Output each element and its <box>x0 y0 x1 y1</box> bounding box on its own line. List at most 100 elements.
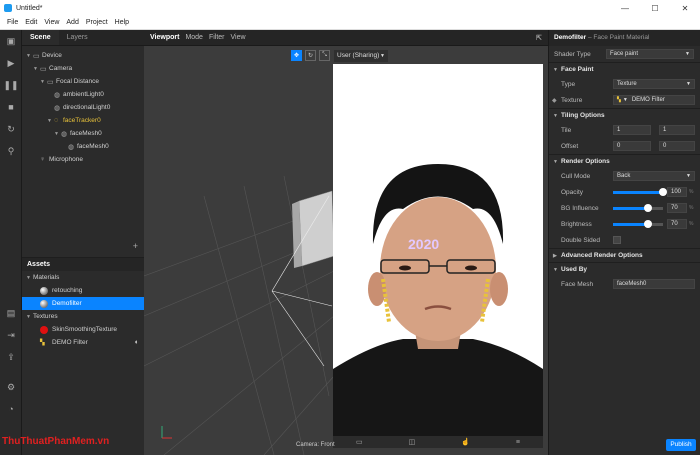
expand-preview-icon[interactable]: ⇱ <box>536 34 542 42</box>
video-icon[interactable]: ▶ <box>0 52 22 74</box>
face-tracker-icon: ◌ <box>54 117 59 124</box>
move-tool-icon[interactable]: ✥ <box>291 50 302 61</box>
cull-mode-select[interactable]: Back ▼ <box>613 171 695 181</box>
asset-label: SkinSmoothingTexture <box>52 326 118 333</box>
expand-icon[interactable]: ▼ <box>26 275 33 281</box>
properties-panel: Demofilter – Face Paint Material Shader … <box>548 30 700 455</box>
asset-texture-demo-filter[interactable]: ▚ DEMO Filter ◐ <box>22 336 144 349</box>
opacity-input[interactable]: 100 <box>667 187 687 197</box>
asset-material-retouching[interactable]: retouching <box>22 284 144 297</box>
device-model <box>292 190 335 268</box>
tree-item-focal-distance[interactable]: ▼ ▭ Focal Distance <box>22 75 144 88</box>
expand-icon[interactable]: ▼ <box>26 314 33 320</box>
minimize-button[interactable]: — <box>610 0 640 16</box>
tab-view[interactable]: View <box>231 34 246 41</box>
export-icon[interactable]: ⇪ <box>0 346 22 368</box>
tile-x-input[interactable]: 1 <box>613 125 651 135</box>
scale-tool-icon[interactable]: ⤡ <box>319 50 330 61</box>
assets-section-materials[interactable]: ▼ Materials <box>22 271 144 284</box>
bg-influence-input[interactable]: 70 <box>667 203 687 213</box>
search-icon[interactable]: ⚲ <box>0 140 22 162</box>
assets-title: Assets <box>22 258 144 271</box>
assets-section-textures[interactable]: ▼ Textures <box>22 310 144 323</box>
pause-icon[interactable]: ❚❚ <box>0 74 22 96</box>
menu-add[interactable]: Add <box>66 19 78 26</box>
tab-viewport[interactable]: Viewport <box>150 34 179 41</box>
brightness-input[interactable]: 70 <box>667 219 687 229</box>
preview-toolbar: ▭ ◫ ☝ ≡ <box>333 436 543 448</box>
chevron-down-icon: ▼ <box>622 96 628 103</box>
expand-icon[interactable]: ▼ <box>47 118 54 124</box>
tree-item-device[interactable]: ▼ ▭ Device <box>22 49 144 62</box>
tab-mode[interactable]: Mode <box>185 34 203 41</box>
tree-item-camera[interactable]: ▼ ▭ Camera <box>22 62 144 75</box>
video-record-icon[interactable]: ▭ <box>356 438 363 446</box>
tree-item-face-mesh[interactable]: ▼ ◍ faceMesh0 <box>22 127 144 140</box>
layout-icon[interactable]: ▣ <box>0 30 22 52</box>
slider-knob[interactable] <box>659 187 667 196</box>
slider-knob[interactable] <box>644 203 652 212</box>
percent-unit: % <box>689 221 694 227</box>
tree-item-directional-light[interactable]: ◍ directionalLight0 <box>22 101 144 114</box>
brightness-slider[interactable] <box>613 219 663 228</box>
device-select[interactable]: User (Sharing) ▼ <box>334 50 388 62</box>
refresh-icon[interactable]: ↻ <box>0 118 22 140</box>
expand-icon[interactable]: ▼ <box>26 53 33 59</box>
menu-project[interactable]: Project <box>86 19 108 26</box>
section-advanced-render-options[interactable]: ▶ Advanced Render Options <box>549 248 700 262</box>
section-tiling-options[interactable]: ▼ Tiling Options <box>549 108 700 122</box>
tab-filter[interactable]: Filter <box>209 34 225 41</box>
tree-item-microphone[interactable]: ♀ Microphone <box>22 153 144 166</box>
tile-y-input[interactable]: 1 <box>659 125 695 135</box>
link-icon[interactable]: ◆ <box>552 97 557 104</box>
type-select[interactable]: Texture ▼ <box>613 79 695 89</box>
properties-title: Demofilter <box>554 34 587 41</box>
import-icon[interactable]: ⇥ <box>0 324 22 346</box>
cull-mode-row: Cull Mode Back ▼ <box>549 168 700 184</box>
menu-edit[interactable]: Edit <box>25 19 37 26</box>
chevron-down-icon: ▼ <box>553 66 558 73</box>
tree-item-ambient-light[interactable]: ◍ ambientLight0 <box>22 88 144 101</box>
expand-icon[interactable]: ▼ <box>33 66 40 72</box>
add-object-button[interactable]: + <box>133 241 138 251</box>
face-mesh-value[interactable]: faceMesh0 <box>613 279 695 289</box>
settings-icon[interactable]: ⚙ <box>0 376 22 398</box>
notification-icon[interactable]: ◔ <box>0 398 22 420</box>
camera-preview: 2020 <box>333 64 543 436</box>
loading-icon: ◐ <box>134 339 139 346</box>
expand-icon[interactable]: ▼ <box>40 79 47 85</box>
shader-type-select[interactable]: Face paint ▼ <box>606 49 694 59</box>
rotate-tool-icon[interactable]: ↻ <box>305 50 316 61</box>
expand-icon[interactable]: ▼ <box>54 131 61 137</box>
tree-item-face-mesh-child[interactable]: ◍ faceMesh0 <box>22 140 144 153</box>
offset-x-input[interactable]: 0 <box>613 141 651 151</box>
opacity-slider[interactable] <box>613 187 667 196</box>
asset-texture-skin-smoothing[interactable]: SkinSmoothingTexture <box>22 323 144 336</box>
close-button[interactable]: ✕ <box>670 0 700 16</box>
tree-item-face-tracker[interactable]: ▼ ◌ faceTracker0 <box>22 114 144 127</box>
shader-type-row: Shader Type Face paint ▼ <box>549 46 700 62</box>
texture-row: ◆ Texture ▚ ▼ DEMO Filter <box>549 92 700 108</box>
tab-scene[interactable]: Scene <box>22 30 59 45</box>
touch-icon[interactable]: ☝ <box>461 438 470 446</box>
menu-help[interactable]: Help <box>115 19 129 26</box>
stop-icon[interactable]: ■ <box>0 96 22 118</box>
texture-select[interactable]: ▚ ▼ DEMO Filter <box>613 95 695 105</box>
section-render-options[interactable]: ▼ Render Options <box>549 154 700 168</box>
maximize-button[interactable]: ☐ <box>640 0 670 16</box>
tab-layers[interactable]: Layers <box>59 30 96 45</box>
bg-influence-slider[interactable] <box>613 203 663 212</box>
section-face-paint[interactable]: ▼ Face Paint <box>549 62 700 76</box>
double-sided-checkbox[interactable] <box>613 236 621 244</box>
asset-material-demofilter[interactable]: Demofilter <box>22 297 144 310</box>
menu-file[interactable]: File <box>7 19 18 26</box>
publish-button[interactable]: Publish <box>666 439 696 451</box>
slider-knob[interactable] <box>644 219 652 228</box>
menu-view[interactable]: View <box>44 19 59 26</box>
section-used-by[interactable]: ▼ Used By <box>549 262 700 276</box>
camera-snapshot-icon[interactable]: ◫ <box>409 438 416 446</box>
folder-icon[interactable]: ▤ <box>0 302 22 324</box>
offset-y-input[interactable]: 0 <box>659 141 695 151</box>
tree-item-label: ambientLight0 <box>63 91 104 98</box>
menu-icon[interactable]: ≡ <box>516 439 520 446</box>
